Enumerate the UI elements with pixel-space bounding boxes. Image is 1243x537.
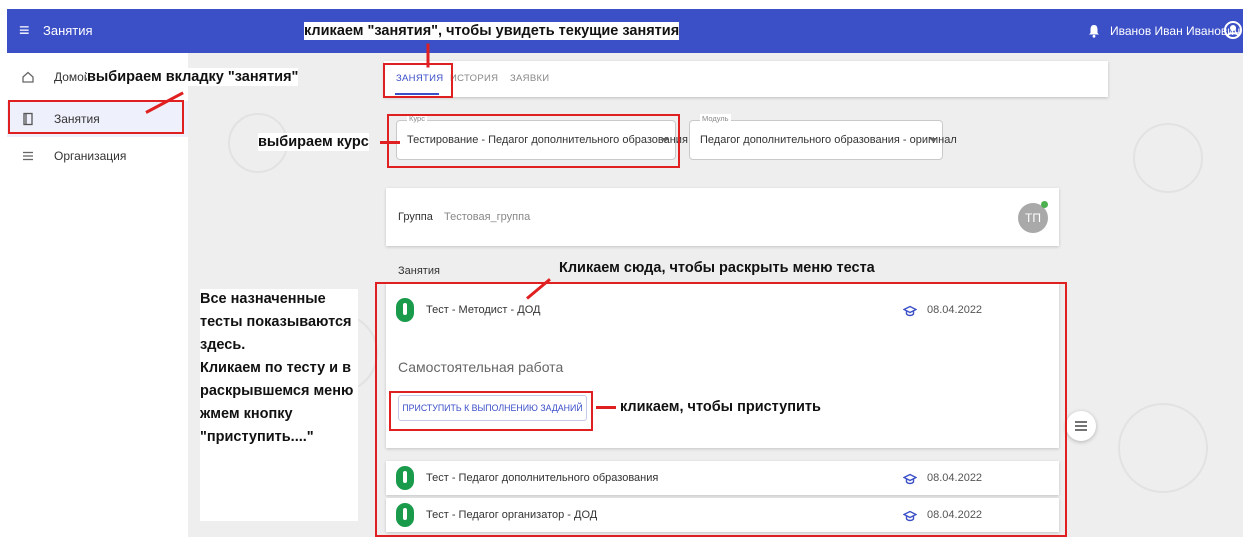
menu-lines-icon xyxy=(1075,421,1087,431)
annotation-start: кликаем, чтобы приступить xyxy=(620,399,821,415)
dropdown-arrow-icon xyxy=(929,138,937,142)
annotation-line-text: здесь. xyxy=(200,337,246,353)
annotation-line-text: "приступить...." xyxy=(200,429,314,445)
annotation-left-note: Все назначенные тесты показываются здесь… xyxy=(200,289,358,521)
annotation-box-sidebar xyxy=(8,100,184,134)
sidebar-item-organization[interactable]: Организация xyxy=(7,138,188,174)
module-select[interactable]: Модуль Педагог дополнительного образован… xyxy=(689,114,957,160)
module-select-label: Модуль xyxy=(700,114,731,123)
annotation-sidebar: выбираем вкладку "занятия" xyxy=(87,68,299,86)
user-name[interactable]: Иванов Иван Иванович xyxy=(1110,24,1240,38)
annotation-box-tab xyxy=(383,63,453,98)
menu-icon[interactable]: ≡ xyxy=(19,20,30,40)
tabs-bar: ЗАНЯТИЯ ИСТОРИЯ ЗАЯВКИ xyxy=(384,61,1108,97)
annotation-expand: Кликаем сюда, чтобы раскрыть меню теста xyxy=(559,260,875,276)
page-title: Занятия xyxy=(43,23,93,38)
tab-history[interactable]: ИСТОРИЯ xyxy=(450,73,498,84)
annotation-top: кликаем "занятия", чтобы увидеть текущие… xyxy=(304,22,680,40)
floating-menu-button[interactable] xyxy=(1066,411,1096,441)
online-indicator xyxy=(1041,201,1048,208)
annotation-box-course xyxy=(387,114,680,168)
background-doodle xyxy=(1133,123,1203,193)
sidebar-item-label: Домой xyxy=(54,70,91,84)
tab-requests[interactable]: ЗАЯВКИ xyxy=(510,73,549,84)
module-select-value: Педагог дополнительного образования - ор… xyxy=(700,134,957,146)
group-card: Группа Тестовая_группа ТП xyxy=(386,188,1059,246)
account-icon[interactable] xyxy=(1223,20,1243,40)
annotation-box-button xyxy=(389,391,593,431)
annotation-line-text: Кликаем по тесту и в xyxy=(200,360,352,376)
annotation-line-text: тесты показываются xyxy=(200,314,352,330)
lessons-section-title: Занятия xyxy=(398,265,440,277)
group-label: Группа xyxy=(398,211,433,223)
list-icon xyxy=(23,151,33,161)
home-icon xyxy=(22,71,34,83)
background-doodle xyxy=(1118,403,1208,493)
bell-icon[interactable] xyxy=(1087,24,1101,38)
annotation-line xyxy=(596,406,616,409)
annotation-line-text: раскрывшемся меню xyxy=(200,383,354,399)
group-name: Тестовая_группа xyxy=(444,211,531,223)
annotation-line-text: Все назначенные xyxy=(200,291,326,307)
annotation-line-text: жмем кнопку xyxy=(200,406,293,422)
annotation-course: выбираем курс xyxy=(258,133,369,151)
sidebar-item-label: Организация xyxy=(54,149,127,163)
